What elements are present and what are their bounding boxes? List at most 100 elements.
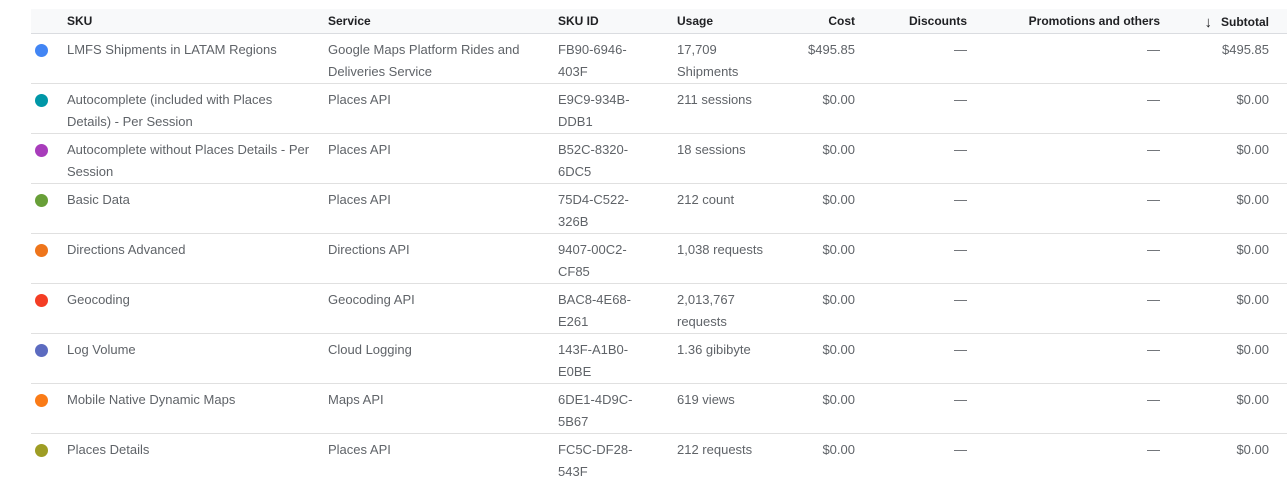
discounts-cell: —	[855, 234, 967, 284]
service-cell: Google Maps Platform Rides and Deliverie…	[328, 34, 558, 84]
sku-name-cell: Mobile Native Dynamic Maps	[67, 384, 328, 434]
column-header-sku[interactable]: SKU	[67, 9, 328, 34]
sku-id-cell: 143F-A1B0-E0BE	[558, 334, 677, 384]
subtotal-cell: $0.00	[1160, 84, 1287, 134]
cost-cell: $0.00	[790, 284, 855, 334]
sku-color-dot-cell	[31, 184, 67, 234]
service-cell: Geocoding API	[328, 284, 558, 334]
usage-cell: 1.36 gibibyte	[677, 334, 790, 384]
sku-color-dot-cell	[31, 234, 67, 284]
subtotal-cell: $0.00	[1160, 184, 1287, 234]
column-header-promotions-and-others[interactable]: Promotions and others	[967, 9, 1160, 34]
usage-cell: 212 count	[677, 184, 790, 234]
subtotal-cell: $0.00	[1160, 384, 1287, 434]
sku-id-cell: B52C-8320-6DC5	[558, 134, 677, 184]
discounts-cell: —	[855, 284, 967, 334]
table-row: Geocoding Geocoding API BAC8-4E68-E261 2…	[31, 284, 1287, 334]
sku-name-cell: LMFS Shipments in LATAM Regions	[67, 34, 328, 84]
promotions-cell: —	[967, 284, 1160, 334]
sku-color-dot	[35, 244, 48, 257]
sku-name-cell: Log Volume	[67, 334, 328, 384]
discounts-cell: —	[855, 434, 967, 478]
cost-cell: $0.00	[790, 334, 855, 384]
cost-cell: $0.00	[790, 434, 855, 478]
sku-name-cell: Places Details	[67, 434, 328, 478]
table-row: Directions Advanced Directions API 9407-…	[31, 234, 1287, 284]
sku-id-cell: FC5C-DF28-543F	[558, 434, 677, 478]
usage-cell: 211 sessions	[677, 84, 790, 134]
service-cell: Places API	[328, 184, 558, 234]
table-header-row: SKU Service SKU ID Usage Cost Discounts …	[31, 9, 1287, 34]
usage-cell: 619 views	[677, 384, 790, 434]
sku-color-dot-cell	[31, 334, 67, 384]
color-dot-column-header	[31, 9, 67, 34]
sku-color-dot	[35, 394, 48, 407]
promotions-cell: —	[967, 134, 1160, 184]
cost-cell: $495.85	[790, 34, 855, 84]
sku-color-dot	[35, 94, 48, 107]
sku-color-dot	[35, 344, 48, 357]
subtotal-cell: $495.85	[1160, 34, 1287, 84]
service-cell: Maps API	[328, 384, 558, 434]
table-body: LMFS Shipments in LATAM Regions Google M…	[31, 34, 1287, 478]
column-header-cost[interactable]: Cost	[790, 9, 855, 34]
column-header-subtotal-label: Subtotal	[1221, 15, 1269, 29]
discounts-cell: —	[855, 184, 967, 234]
subtotal-cell: $0.00	[1160, 134, 1287, 184]
sku-color-dot	[35, 144, 48, 157]
column-header-sku-id[interactable]: SKU ID	[558, 9, 677, 34]
sku-color-dot-cell	[31, 84, 67, 134]
column-header-subtotal[interactable]: ↓ Subtotal	[1160, 9, 1287, 34]
sku-billing-table: SKU Service SKU ID Usage Cost Discounts …	[31, 9, 1287, 478]
sku-id-cell: 6DE1-4D9C-5B67	[558, 384, 677, 434]
column-header-discounts[interactable]: Discounts	[855, 9, 967, 34]
subtotal-cell: $0.00	[1160, 234, 1287, 284]
discounts-cell: —	[855, 84, 967, 134]
discounts-cell: —	[855, 384, 967, 434]
cost-cell: $0.00	[790, 134, 855, 184]
subtotal-cell: $0.00	[1160, 334, 1287, 384]
sku-color-dot	[35, 444, 48, 457]
usage-cell: 1,038 requests	[677, 234, 790, 284]
promotions-cell: —	[967, 84, 1160, 134]
promotions-cell: —	[967, 234, 1160, 284]
service-cell: Places API	[328, 434, 558, 478]
sku-id-cell: E9C9-934B-DDB1	[558, 84, 677, 134]
sku-name-cell: Directions Advanced	[67, 234, 328, 284]
sku-color-dot-cell	[31, 434, 67, 478]
sku-name-cell: Autocomplete without Places Details - Pe…	[67, 134, 328, 184]
promotions-cell: —	[967, 34, 1160, 84]
table-row: Mobile Native Dynamic Maps Maps API 6DE1…	[31, 384, 1287, 434]
discounts-cell: —	[855, 34, 967, 84]
usage-cell: 212 requests	[677, 434, 790, 478]
sku-color-dot-cell	[31, 34, 67, 84]
column-header-service[interactable]: Service	[328, 9, 558, 34]
table-row: LMFS Shipments in LATAM Regions Google M…	[31, 34, 1287, 84]
service-cell: Places API	[328, 134, 558, 184]
table-row: Places Details Places API FC5C-DF28-543F…	[31, 434, 1287, 478]
table-row: Autocomplete (included with Places Detai…	[31, 84, 1287, 134]
promotions-cell: —	[967, 434, 1160, 478]
promotions-cell: —	[967, 184, 1160, 234]
sku-id-cell: BAC8-4E68-E261	[558, 284, 677, 334]
promotions-cell: —	[967, 334, 1160, 384]
sku-id-cell: FB90-6946-403F	[558, 34, 677, 84]
sku-color-dot-cell	[31, 284, 67, 334]
table-row: Autocomplete without Places Details - Pe…	[31, 134, 1287, 184]
cost-cell: $0.00	[790, 234, 855, 284]
usage-cell: 18 sessions	[677, 134, 790, 184]
sku-color-dot-cell	[31, 384, 67, 434]
service-cell: Directions API	[328, 234, 558, 284]
sku-color-dot	[35, 194, 48, 207]
discounts-cell: —	[855, 134, 967, 184]
sku-billing-table-container: SKU Service SKU ID Usage Cost Discounts …	[31, 9, 1287, 478]
usage-cell: 2,013,767 requests	[677, 284, 790, 334]
cost-cell: $0.00	[790, 184, 855, 234]
sort-descending-arrow-icon: ↓	[1205, 14, 1213, 31]
column-header-usage[interactable]: Usage	[677, 9, 790, 34]
sku-color-dot	[35, 44, 48, 57]
sku-name-cell: Autocomplete (included with Places Detai…	[67, 84, 328, 134]
service-cell: Places API	[328, 84, 558, 134]
cost-cell: $0.00	[790, 384, 855, 434]
sku-id-cell: 75D4-C522-326B	[558, 184, 677, 234]
